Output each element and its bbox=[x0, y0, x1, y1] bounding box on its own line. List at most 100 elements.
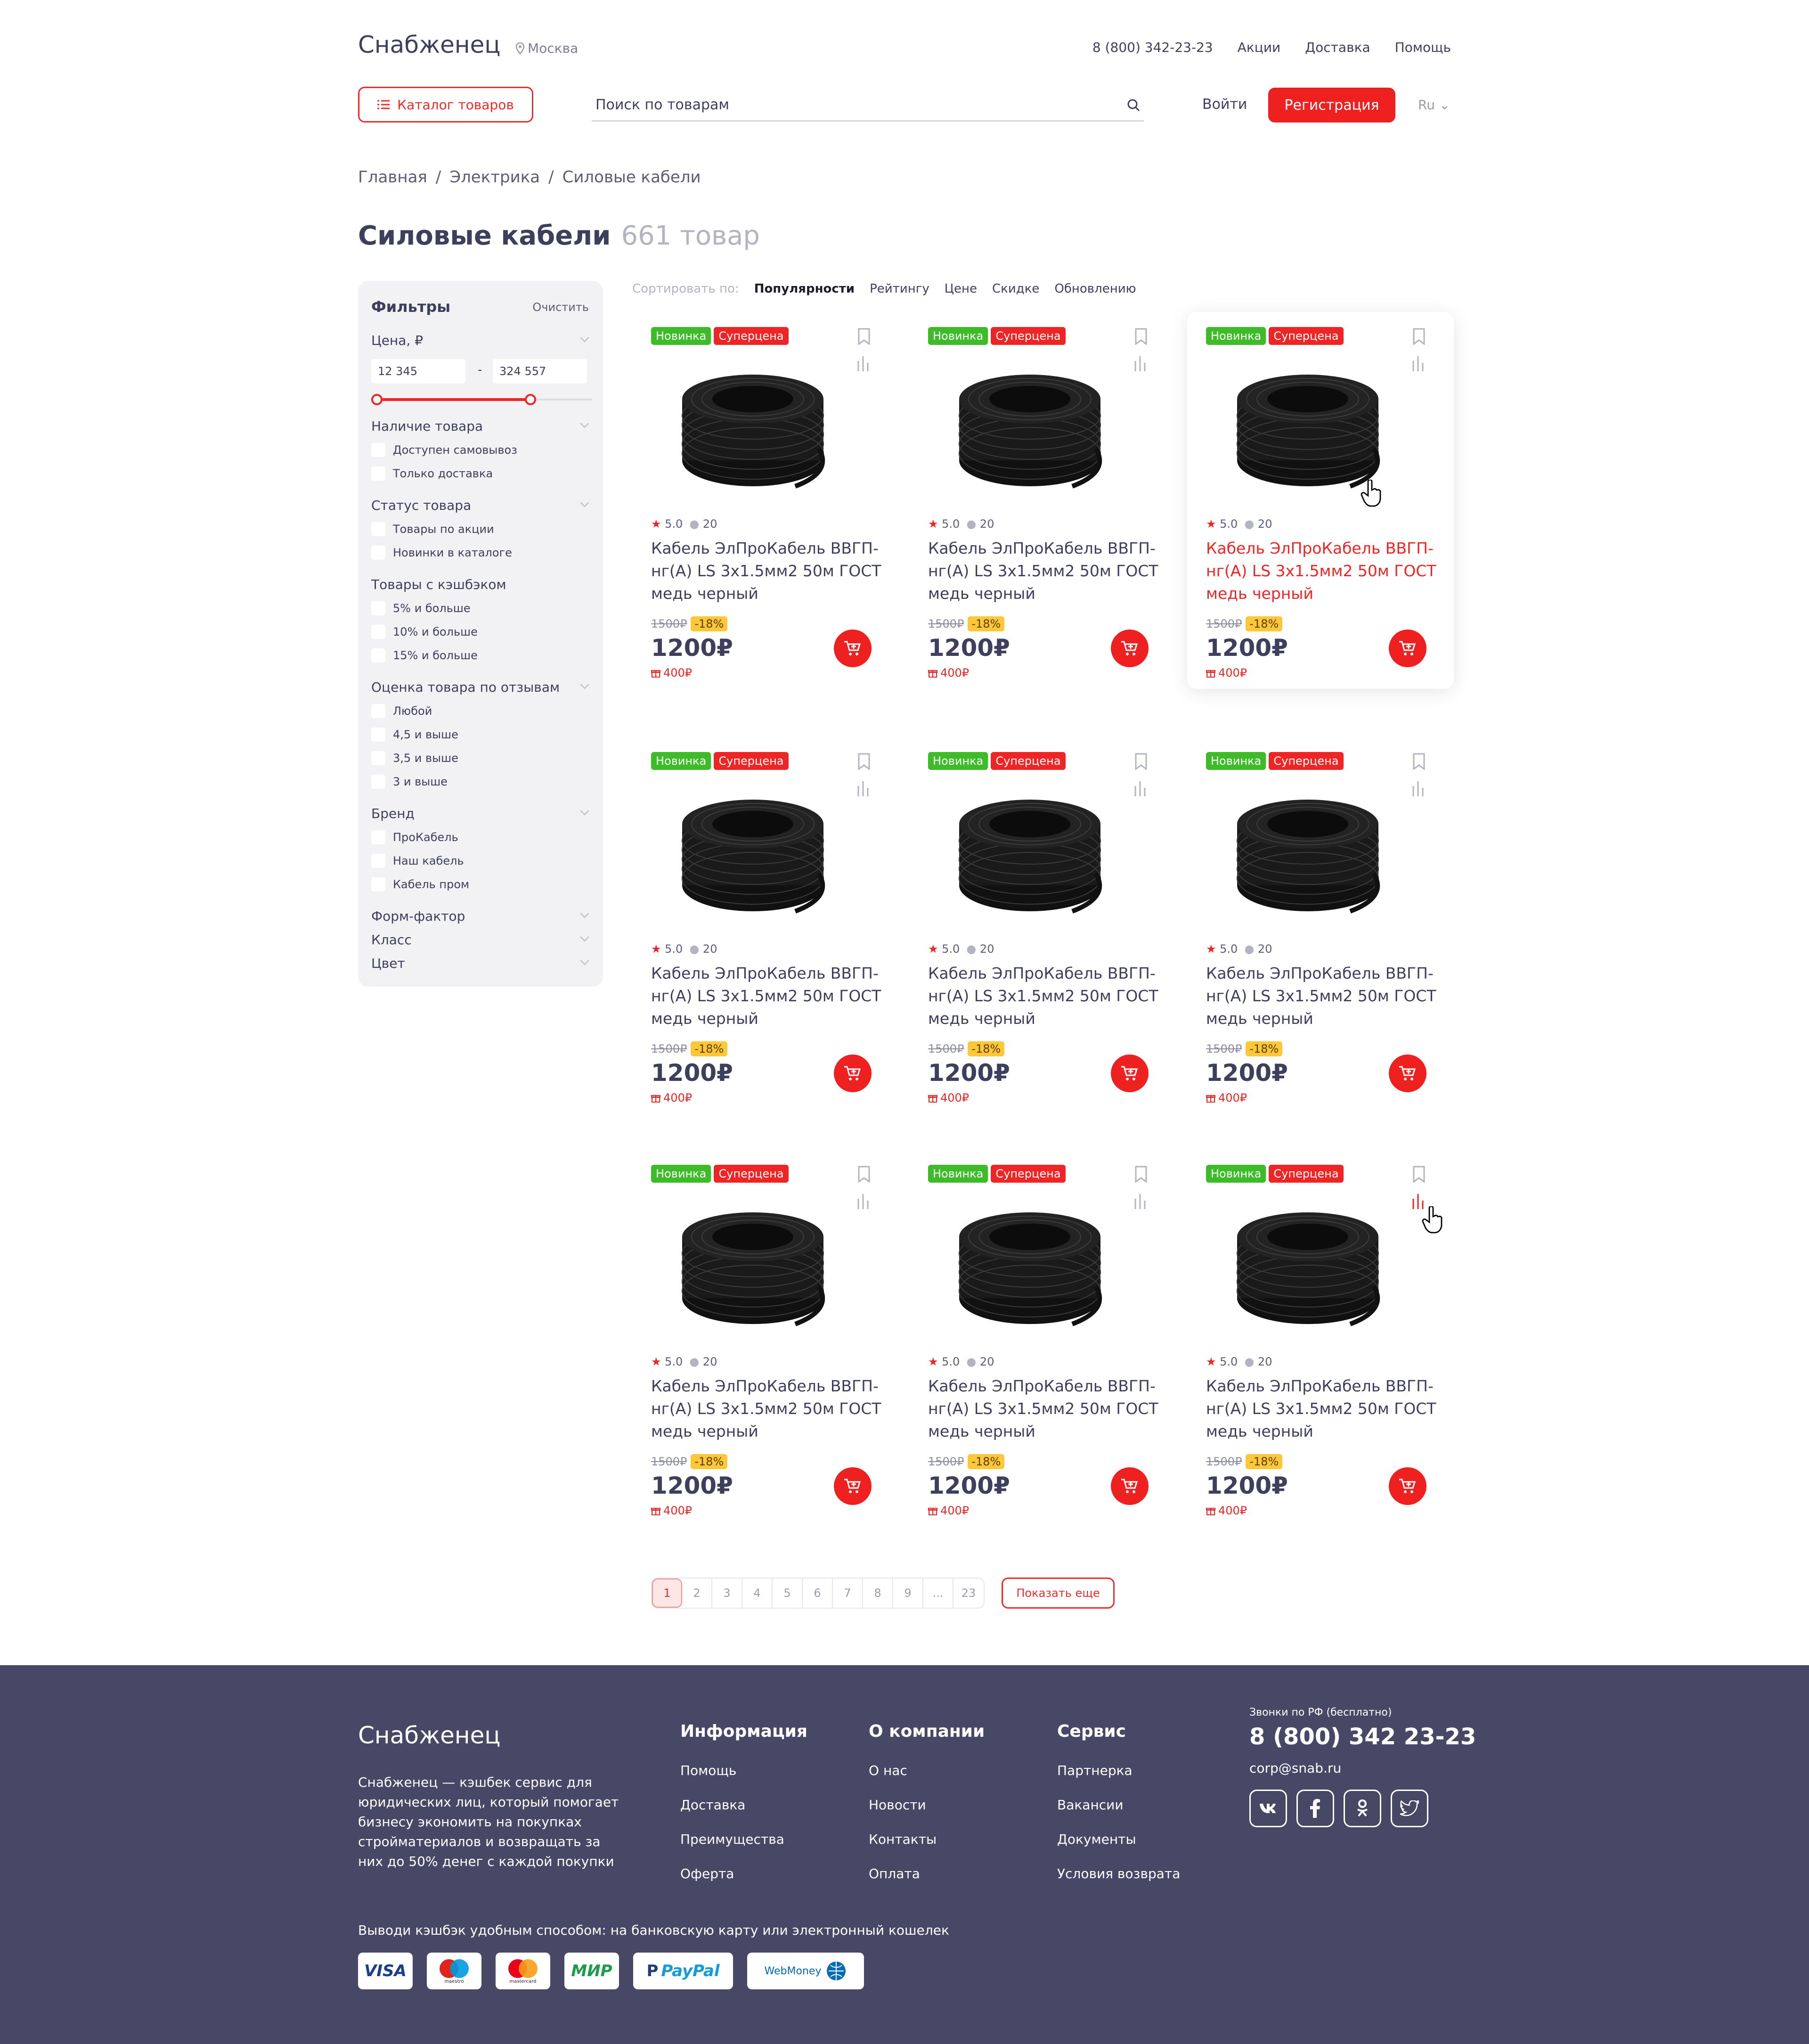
compare-icon[interactable] bbox=[1133, 780, 1148, 796]
compare-icon[interactable] bbox=[856, 1193, 871, 1209]
filter-checkbox[interactable]: 5% и больше bbox=[371, 601, 471, 615]
footer-link[interactable]: Вакансии bbox=[1057, 1797, 1180, 1813]
filter-color-label[interactable]: Цвет bbox=[371, 956, 405, 971]
footer-logo[interactable]: Снабженец bbox=[358, 1722, 500, 1749]
reviews-group[interactable]: ● 20 bbox=[689, 517, 717, 531]
page-button[interactable]: 2 bbox=[682, 1578, 712, 1608]
city-selector[interactable]: Москва bbox=[515, 41, 578, 56]
product-image[interactable] bbox=[954, 779, 1105, 921]
filter-availability-label[interactable]: Наличие товара bbox=[371, 418, 483, 434]
nav-link-help[interactable]: Помощь bbox=[1395, 40, 1451, 55]
compare-icon[interactable] bbox=[1410, 780, 1426, 796]
filter-cashback-label[interactable]: Товары с кэшбэком bbox=[371, 577, 506, 592]
product-card[interactable]: Новинка Суперцена ★ 5.0 ● 20 Кабель ЭлПр… bbox=[909, 737, 1176, 1114]
sort-option-discount[interactable]: Скидке bbox=[992, 282, 1039, 296]
footer-email[interactable]: corp@snab.ru bbox=[1249, 1760, 1341, 1776]
filter-price-label[interactable]: Цена, ₽ bbox=[371, 333, 423, 348]
compare-icon[interactable] bbox=[1410, 355, 1426, 371]
product-title[interactable]: Кабель ЭлПроКабель ВВГП-нг(А) LS 3х1.5мм… bbox=[928, 1375, 1164, 1443]
product-title[interactable]: Кабель ЭлПроКабель ВВГП-нг(А) LS 3х1.5мм… bbox=[1206, 962, 1442, 1030]
product-image[interactable] bbox=[677, 354, 828, 496]
checkbox[interactable] bbox=[371, 648, 385, 662]
filter-checkbox[interactable]: 3,5 и выше bbox=[371, 751, 458, 765]
page-button[interactable]: 1 bbox=[652, 1578, 682, 1608]
product-card[interactable]: Новинка Суперцена ★ 5.0 ● 20 Кабель ЭлПр… bbox=[1187, 312, 1454, 689]
compare-icon[interactable] bbox=[856, 780, 871, 796]
sort-option-updated[interactable]: Обновлению bbox=[1054, 282, 1136, 296]
product-image[interactable] bbox=[954, 1192, 1105, 1333]
page-button[interactable]: 5 bbox=[773, 1578, 803, 1608]
page-button[interactable]: 6 bbox=[803, 1578, 833, 1608]
footer-link[interactable]: Помощь bbox=[680, 1763, 807, 1778]
chevron-down-icon[interactable] bbox=[580, 909, 589, 918]
filter-checkbox[interactable]: Кабель пром bbox=[371, 877, 469, 891]
chevron-down-icon[interactable] bbox=[580, 333, 589, 343]
checkbox[interactable] bbox=[371, 751, 385, 765]
bookmark-icon[interactable] bbox=[857, 328, 871, 345]
checkbox[interactable] bbox=[371, 877, 385, 891]
checkbox[interactable] bbox=[371, 466, 385, 481]
site-logo[interactable]: Снабженец bbox=[358, 31, 500, 58]
checkbox[interactable] bbox=[371, 775, 385, 789]
facebook-icon[interactable] bbox=[1296, 1790, 1334, 1827]
reviews-group[interactable]: ● 20 bbox=[689, 1355, 717, 1368]
compare-icon[interactable] bbox=[1133, 355, 1148, 371]
footer-link[interactable]: Контакты bbox=[869, 1831, 985, 1847]
breadcrumb-home[interactable]: Главная bbox=[358, 168, 427, 187]
catalog-button[interactable]: Каталог товаров bbox=[358, 87, 533, 123]
filter-checkbox[interactable]: Любой bbox=[371, 704, 432, 718]
footer-link[interactable]: О нас bbox=[869, 1763, 985, 1778]
search-input[interactable]: Поиск по товарам bbox=[592, 90, 1144, 122]
product-title[interactable]: Кабель ЭлПроКабель ВВГП-нг(А) LS 3х1.5мм… bbox=[1206, 537, 1442, 605]
footer-link[interactable]: Документы bbox=[1057, 1831, 1180, 1847]
checkbox[interactable] bbox=[371, 443, 385, 457]
product-title[interactable]: Кабель ЭлПроКабель ВВГП-нг(А) LS 3х1.5мм… bbox=[928, 537, 1164, 605]
footer-link[interactable]: Оплата bbox=[869, 1866, 985, 1881]
footer-phone[interactable]: 8 (800) 342 23-23 bbox=[1249, 1724, 1476, 1750]
reviews-group[interactable]: ● 20 bbox=[1244, 1355, 1272, 1368]
add-to-cart-button[interactable] bbox=[1111, 630, 1149, 667]
add-to-cart-button[interactable] bbox=[1389, 1055, 1426, 1092]
footer-link[interactable]: Новости bbox=[869, 1797, 985, 1813]
filter-checkbox[interactable]: 15% и больше bbox=[371, 648, 478, 662]
chevron-down-icon[interactable] bbox=[580, 806, 589, 816]
page-button[interactable]: 4 bbox=[742, 1578, 773, 1608]
compare-icon[interactable] bbox=[856, 355, 871, 371]
bookmark-icon[interactable] bbox=[1412, 328, 1426, 345]
filter-checkbox[interactable]: 10% и больше bbox=[371, 625, 478, 639]
twitter-icon[interactable] bbox=[1391, 1790, 1428, 1827]
checkbox[interactable] bbox=[371, 522, 385, 536]
reviews-group[interactable]: ● 20 bbox=[1244, 517, 1272, 531]
product-title[interactable]: Кабель ЭлПроКабель ВВГП-нг(А) LS 3х1.5мм… bbox=[928, 962, 1164, 1030]
footer-link[interactable]: Преимущества bbox=[680, 1831, 807, 1847]
reviews-group[interactable]: ● 20 bbox=[689, 942, 717, 956]
price-max-input[interactable]: 324 557 bbox=[493, 359, 587, 384]
product-card[interactable]: Новинка Суперцена ★ 5.0 ● 20 Кабель ЭлПр… bbox=[909, 1150, 1176, 1527]
footer-link[interactable]: Оферта bbox=[680, 1866, 807, 1881]
product-card[interactable]: Новинка Суперцена ★ 5.0 ● 20 Кабель ЭлПр… bbox=[1187, 1150, 1454, 1527]
price-slider-min-handle[interactable] bbox=[371, 394, 383, 405]
sort-option-rating[interactable]: Рейтингу bbox=[870, 282, 929, 296]
product-title[interactable]: Кабель ЭлПроКабель ВВГП-нг(А) LS 3х1.5мм… bbox=[651, 1375, 887, 1443]
filter-checkbox[interactable]: 3 и выше bbox=[371, 775, 448, 789]
filter-checkbox[interactable]: Наш кабель bbox=[371, 854, 464, 868]
chevron-down-icon[interactable] bbox=[580, 680, 589, 689]
checkbox[interactable] bbox=[371, 625, 385, 639]
bookmark-icon[interactable] bbox=[1134, 1166, 1148, 1183]
header-phone[interactable]: 8 (800) 342-23-23 bbox=[1092, 40, 1213, 55]
product-card[interactable]: Новинка Суперцена ★ 5.0 ● 20 Кабель ЭлПр… bbox=[909, 312, 1176, 689]
breadcrumb-electrics[interactable]: Электрика bbox=[449, 168, 540, 187]
odnoklassniki-icon[interactable] bbox=[1344, 1790, 1381, 1827]
chevron-down-icon[interactable] bbox=[580, 419, 589, 428]
page-button[interactable]: 8 bbox=[863, 1578, 893, 1608]
filter-status-label[interactable]: Статус товара bbox=[371, 498, 471, 513]
product-title[interactable]: Кабель ЭлПроКабель ВВГП-нг(А) LS 3х1.5мм… bbox=[651, 537, 887, 605]
add-to-cart-button[interactable] bbox=[1389, 1467, 1426, 1505]
checkbox[interactable] bbox=[371, 546, 385, 560]
filter-checkbox[interactable]: Товары по акции bbox=[371, 522, 494, 536]
checkbox[interactable] bbox=[371, 704, 385, 718]
filter-class-label[interactable]: Класс bbox=[371, 932, 412, 948]
footer-link[interactable]: Доставка bbox=[680, 1797, 807, 1813]
product-title[interactable]: Кабель ЭлПроКабель ВВГП-нг(А) LS 3х1.5мм… bbox=[1206, 1375, 1442, 1443]
product-image[interactable] bbox=[954, 354, 1105, 496]
